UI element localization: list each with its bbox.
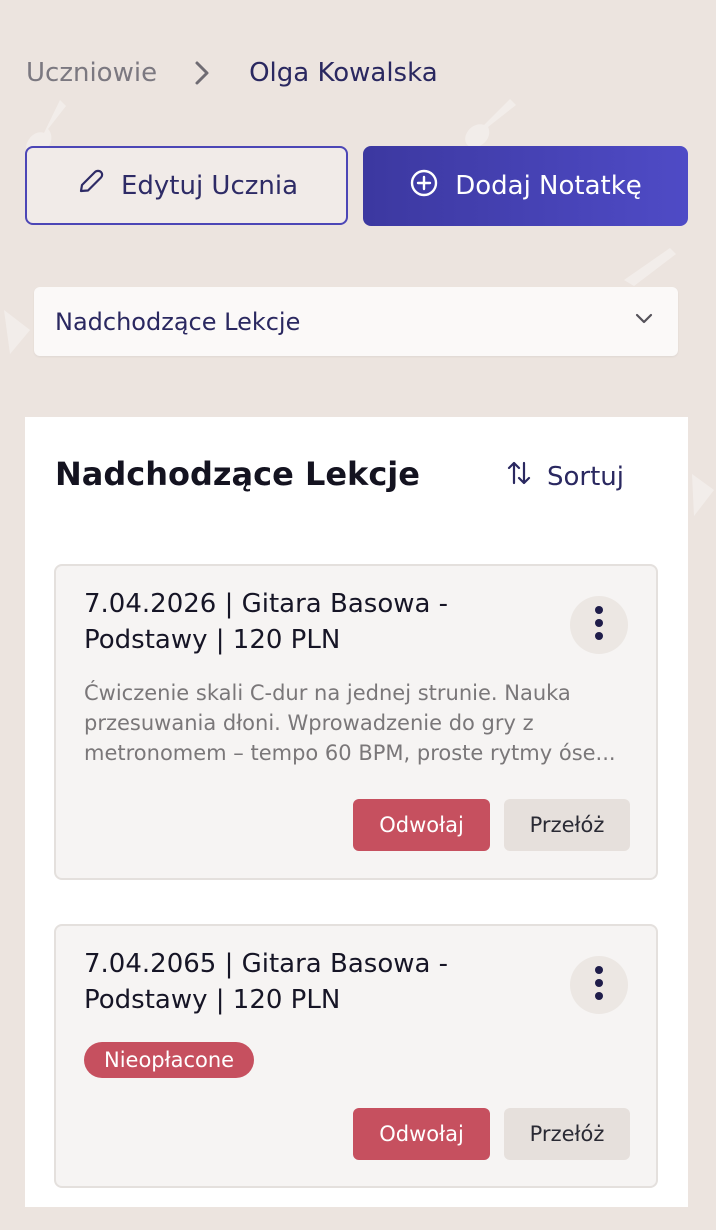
breadcrumb-current: Olga Kowalska — [249, 58, 438, 88]
chevron-right-icon — [187, 58, 217, 88]
sort-button[interactable]: Sortuj — [505, 459, 624, 494]
pencil-icon — [75, 167, 105, 204]
trumpet-decoration-icon — [624, 248, 676, 286]
edit-student-button[interactable]: Edytuj Ucznia — [25, 146, 348, 225]
unpaid-status-badge: Nieopłacone — [84, 1042, 255, 1078]
kebab-menu-icon — [594, 605, 604, 645]
upcoming-lessons-panel: Nadchodzące Lekcje Sortuj 7.04.2026 | Gi… — [25, 417, 688, 1207]
reschedule-lesson-button[interactable]: Przełóż — [504, 799, 630, 851]
sort-arrows-icon — [505, 459, 533, 494]
chevron-down-icon — [632, 307, 656, 337]
panel-title: Nadchodzące Lekcje — [55, 455, 420, 493]
lesson-title: 7.04.2026 | Gitara Basowa - Podstawy | 1… — [84, 589, 449, 655]
edit-student-label: Edytuj Ucznia — [120, 170, 299, 201]
cancel-lesson-button[interactable]: Odwołaj — [353, 1108, 490, 1160]
add-note-button[interactable]: Dodaj Notatkę — [363, 146, 688, 226]
more-options-button[interactable] — [570, 596, 628, 654]
page: Uczniowie Olga Kowalska Edytuj Ucznia Do… — [0, 0, 716, 1230]
lesson-filter-value: Nadchodzące Lekcje — [55, 307, 301, 336]
breadcrumb-parent-link[interactable]: Uczniowie — [26, 58, 157, 88]
kebab-menu-icon — [594, 965, 604, 1005]
add-note-label: Dodaj Notatkę — [455, 171, 642, 201]
lesson-card: 7.04.2026 | Gitara Basowa - Podstawy | 1… — [54, 564, 658, 880]
sort-label: Sortuj — [547, 461, 624, 492]
lesson-card: 7.04.2065 | Gitara Basowa - Podstawy | 1… — [54, 924, 658, 1188]
breadcrumb: Uczniowie Olga Kowalska — [26, 58, 438, 88]
lesson-filter-select[interactable]: Nadchodzące Lekcje — [34, 287, 678, 356]
horn-decoration-icon — [692, 474, 714, 516]
lesson-title: 7.04.2065 | Gitara Basowa - Podstawy | 1… — [84, 949, 449, 1015]
lesson-description: Ćwiczenie skali C-dur na jednej strunie.… — [84, 681, 616, 765]
cancel-lesson-button[interactable]: Odwołaj — [353, 799, 490, 851]
plus-circle-icon — [409, 168, 439, 205]
reschedule-lesson-button[interactable]: Przełóż — [504, 1108, 630, 1160]
more-options-button[interactable] — [570, 956, 628, 1014]
